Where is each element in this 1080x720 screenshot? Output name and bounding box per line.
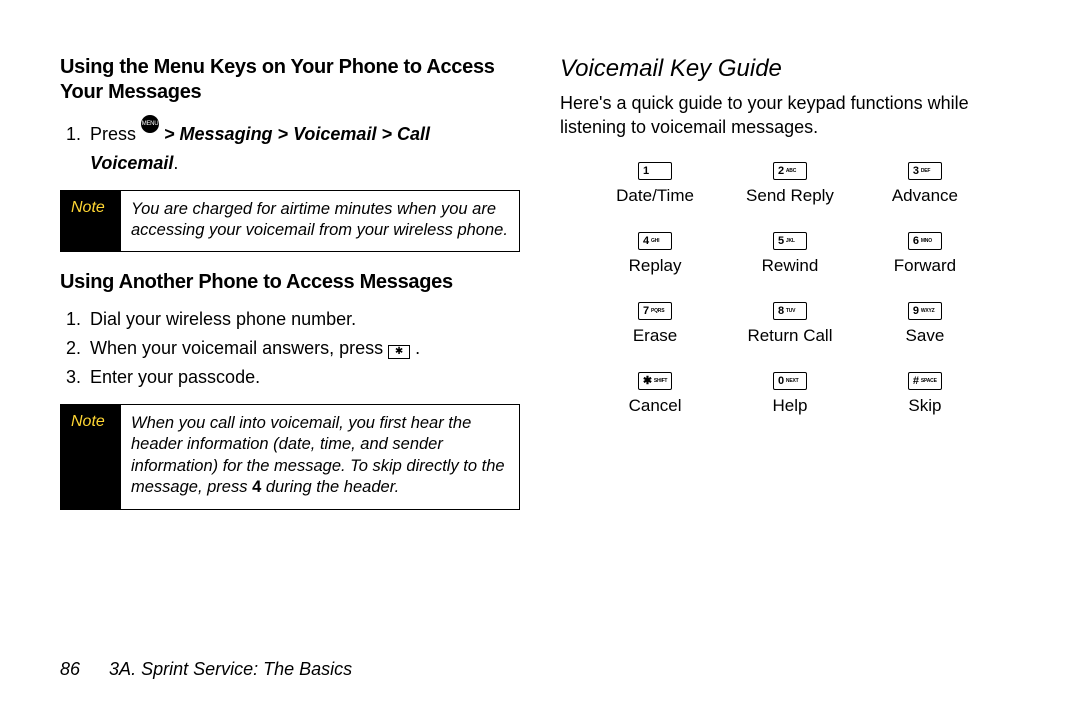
keypad-button-icon: 9WXYZ: [908, 302, 942, 320]
keypad-button-icon: 6MNO: [908, 232, 942, 250]
step-dial: Dial your wireless phone number.: [86, 305, 520, 334]
star-key-icon: ✱: [388, 345, 410, 359]
key-8: 8TUVReturn Call: [747, 294, 832, 356]
key-0: 0NEXTHelp: [773, 364, 808, 426]
keypad-button-icon: 0NEXT: [773, 372, 807, 390]
key-9: 9WXYZSave: [906, 294, 945, 356]
key-3: 3DEFAdvance: [892, 154, 958, 216]
page-footer: 86 3A. Sprint Service: The Basics: [60, 659, 352, 680]
keypad-grid: 1Date/Time 2ABCSend Reply 3DEFAdvance 4G…: [588, 154, 993, 426]
step-press-star: When your voicemail answers, press ✱ .: [86, 334, 520, 363]
keypad-button-icon: 3DEF: [908, 162, 942, 180]
step-passcode: Enter your passcode.: [86, 363, 520, 392]
steps-menu-keys: Press MENUOK > Messaging > Voicemail > C…: [60, 115, 520, 178]
note-airtime: Note You are charged for airtime minutes…: [60, 190, 520, 253]
keypad-button-icon: 7PQRS: [638, 302, 672, 320]
keypad-button-icon: 4GHI: [638, 232, 672, 250]
key-star: ✱SHIFTCancel: [629, 364, 682, 426]
note-header-skip: Note When you call into voicemail, you f…: [60, 404, 520, 510]
key-5: 5JKLRewind: [762, 224, 819, 286]
key-2: 2ABCSend Reply: [746, 154, 834, 216]
step-press-menu: Press MENUOK > Messaging > Voicemail > C…: [86, 115, 520, 178]
key-4: 4GHIReplay: [629, 224, 682, 286]
keypad-button-icon: 8TUV: [773, 302, 807, 320]
heading-another-phone: Using Another Phone to Access Messages: [60, 270, 520, 295]
key-1: 1Date/Time: [616, 154, 694, 216]
key-7: 7PQRSErase: [633, 294, 677, 356]
keypad-button-icon: ✱SHIFT: [638, 372, 672, 390]
chapter-title: 3A. Sprint Service: The Basics: [109, 659, 352, 679]
keypad-button-icon: 1: [638, 162, 672, 180]
note-label: Note: [61, 191, 121, 252]
page-number: 86: [60, 659, 80, 679]
right-column: Voicemail Key Guide Here's a quick guide…: [560, 55, 1020, 528]
left-column: Using the Menu Keys on Your Phone to Acc…: [60, 55, 520, 528]
note-text: You are charged for airtime minutes when…: [121, 191, 519, 252]
key-hash: #SPACESkip: [908, 364, 942, 426]
intro-text: Here's a quick guide to your keypad func…: [560, 91, 1020, 140]
keypad-button-icon: #SPACE: [908, 372, 942, 390]
note-label: Note: [61, 405, 121, 509]
menu-ok-icon: MENUOK: [141, 115, 159, 133]
note-text: When you call into voicemail, you first …: [121, 405, 519, 509]
keypad-button-icon: 5JKL: [773, 232, 807, 250]
section-title: Voicemail Key Guide: [560, 55, 1020, 83]
heading-menu-keys: Using the Menu Keys on Your Phone to Acc…: [60, 55, 520, 105]
steps-another-phone: Dial your wireless phone number. When yo…: [60, 305, 520, 391]
keypad-button-icon: 2ABC: [773, 162, 807, 180]
key-6: 6MNOForward: [894, 224, 956, 286]
